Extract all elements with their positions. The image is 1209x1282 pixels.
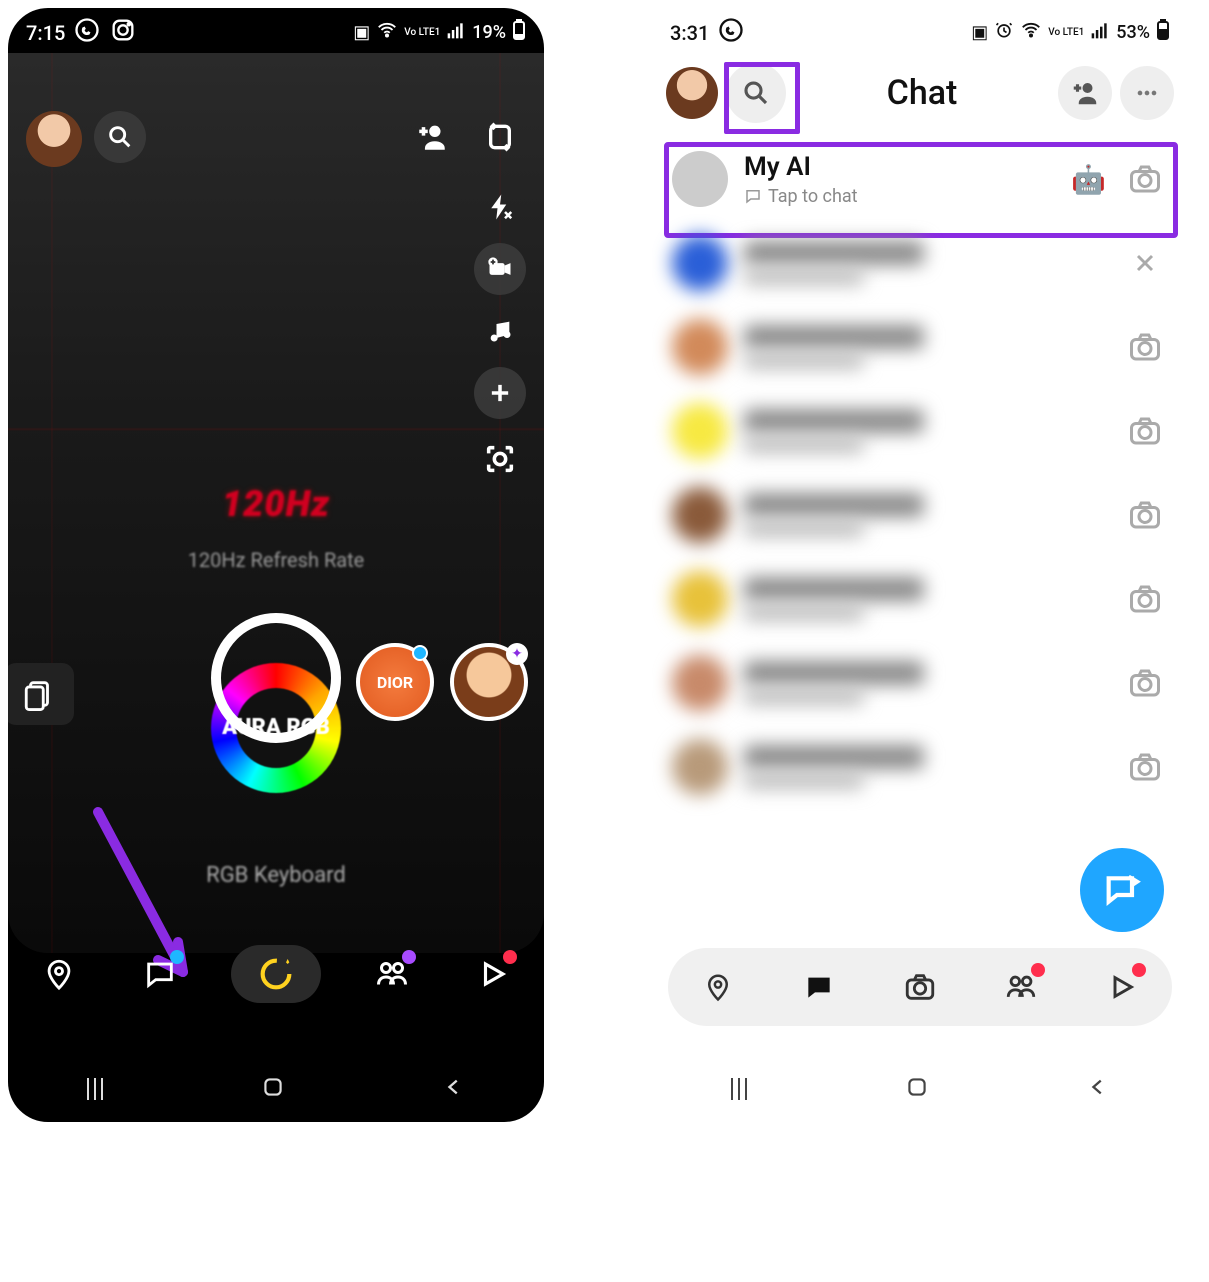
- volte-icon: Vo LTE1: [404, 28, 440, 38]
- profile-avatar[interactable]: [666, 67, 718, 119]
- chat-row-blurred[interactable]: [652, 725, 1188, 809]
- nav-camera[interactable]: [890, 957, 950, 1017]
- lens-face[interactable]: ✦: [450, 643, 528, 721]
- memories-button[interactable]: [8, 663, 74, 725]
- sysnav-home[interactable]: [260, 1074, 286, 1104]
- android-sysnav: [8, 1074, 544, 1104]
- instagram-icon: [109, 16, 137, 49]
- chat-row-blurred[interactable]: [652, 641, 1188, 725]
- bg-text-rate: 120Hz Refresh Rate: [8, 548, 544, 572]
- battery-saver-icon: ▣: [971, 22, 988, 43]
- chat-row-blurred[interactable]: [652, 305, 1188, 389]
- nav-spotlight-badge: [1132, 963, 1146, 977]
- music-button[interactable]: [474, 305, 526, 357]
- add-friend-button[interactable]: [1058, 66, 1112, 120]
- snap-camera-button[interactable]: [1122, 576, 1168, 622]
- phone-chat-screen: 3:31 ▣ Vo LTE1 53%: [652, 8, 1188, 1122]
- signal-icon: [1090, 20, 1110, 45]
- nav-map[interactable]: [688, 957, 748, 1017]
- status-time: 3:31: [670, 21, 709, 45]
- wifi-icon: [1020, 19, 1042, 46]
- chat-header: Chat: [652, 53, 1188, 133]
- snap-camera-button[interactable]: [1122, 324, 1168, 370]
- video-plus-button[interactable]: [474, 243, 526, 295]
- new-chat-fab[interactable]: [1080, 848, 1164, 932]
- signal-icon: [446, 20, 466, 45]
- status-bar: 3:31 ▣ Vo LTE1 53%: [652, 8, 1188, 53]
- sysnav-recents[interactable]: [731, 1078, 747, 1100]
- battery-icon: [512, 19, 526, 46]
- phone-camera-screen: 7:15 ▣ Vo LTE1 19%: [8, 8, 544, 1122]
- add-friend-button[interactable]: [406, 111, 458, 163]
- battery-pct: 19%: [472, 22, 506, 43]
- nav-chat[interactable]: [130, 944, 190, 1004]
- sysnav-recents[interactable]: [87, 1078, 103, 1100]
- lens-dior[interactable]: [356, 643, 434, 721]
- shutter-button[interactable]: [211, 613, 341, 743]
- snap-camera-button[interactable]: [1122, 744, 1168, 790]
- volte-icon: Vo LTE1: [1048, 28, 1084, 38]
- chat-row-blurred[interactable]: [652, 389, 1188, 473]
- snap-camera-button[interactable]: [1122, 660, 1168, 706]
- chat-row-blurred[interactable]: [652, 557, 1188, 641]
- camera-viewfinder[interactable]: 120Hz 120Hz Refresh Rate AURA RGB RGB Ke…: [8, 53, 544, 953]
- dismiss-button[interactable]: [1122, 240, 1168, 286]
- chat-row-blurred[interactable]: [652, 221, 1188, 305]
- bottom-nav: [8, 926, 544, 1022]
- nav-spotlight[interactable]: [1092, 957, 1152, 1017]
- nav-camera-active[interactable]: [231, 945, 321, 1003]
- whatsapp-icon: [73, 16, 101, 49]
- snap-camera-button[interactable]: [1122, 492, 1168, 538]
- nav-stories[interactable]: [362, 944, 422, 1004]
- bottom-nav: [668, 948, 1172, 1026]
- sysnav-home[interactable]: [904, 1074, 930, 1104]
- search-button[interactable]: [94, 111, 146, 163]
- nav-stories[interactable]: [991, 957, 1051, 1017]
- nav-map[interactable]: [29, 944, 89, 1004]
- nav-stories-badge: [1031, 963, 1045, 977]
- profile-avatar[interactable]: [26, 111, 82, 167]
- chat-name: My AI: [744, 152, 1055, 182]
- bg-text-keyboard: RGB Keyboard: [8, 863, 544, 888]
- sysnav-back[interactable]: [443, 1076, 465, 1102]
- nav-stories-badge: [402, 950, 416, 964]
- status-bar: 7:15 ▣ Vo LTE1 19%: [8, 8, 544, 53]
- battery-pct: 53%: [1116, 22, 1150, 43]
- whatsapp-icon: [717, 16, 745, 49]
- robot-icon: 🤖: [1071, 163, 1106, 196]
- chat-subtitle: Tap to chat: [744, 186, 1055, 207]
- flash-button[interactable]: [474, 181, 526, 233]
- bg-text-hz: 120Hz: [8, 483, 544, 525]
- nav-chat-active[interactable]: [789, 957, 849, 1017]
- snap-camera-button[interactable]: [1122, 156, 1168, 202]
- chat-row-myai[interactable]: My AI Tap to chat 🤖: [652, 137, 1188, 221]
- flip-camera-button[interactable]: [474, 111, 526, 163]
- nav-spotlight[interactable]: [463, 944, 523, 1004]
- nav-chat-badge: [170, 950, 184, 964]
- wifi-icon: [376, 19, 398, 46]
- chat-list: My AI Tap to chat 🤖: [652, 133, 1188, 813]
- battery-saver-icon: ▣: [353, 22, 370, 43]
- snap-camera-button[interactable]: [1122, 408, 1168, 454]
- more-button[interactable]: [1120, 66, 1174, 120]
- battery-icon: [1156, 19, 1170, 46]
- nav-spotlight-badge: [503, 950, 517, 964]
- search-button[interactable]: [726, 63, 786, 123]
- chat-row-blurred[interactable]: [652, 473, 1188, 557]
- more-tools-button[interactable]: [474, 367, 526, 419]
- android-sysnav: [652, 1074, 1188, 1104]
- avatar-myai: [672, 151, 728, 207]
- status-time: 7:15: [26, 21, 65, 45]
- alarm-icon: [994, 20, 1014, 45]
- sysnav-back[interactable]: [1087, 1076, 1109, 1102]
- scan-button[interactable]: [474, 433, 526, 485]
- page-title: Chat: [794, 73, 1050, 113]
